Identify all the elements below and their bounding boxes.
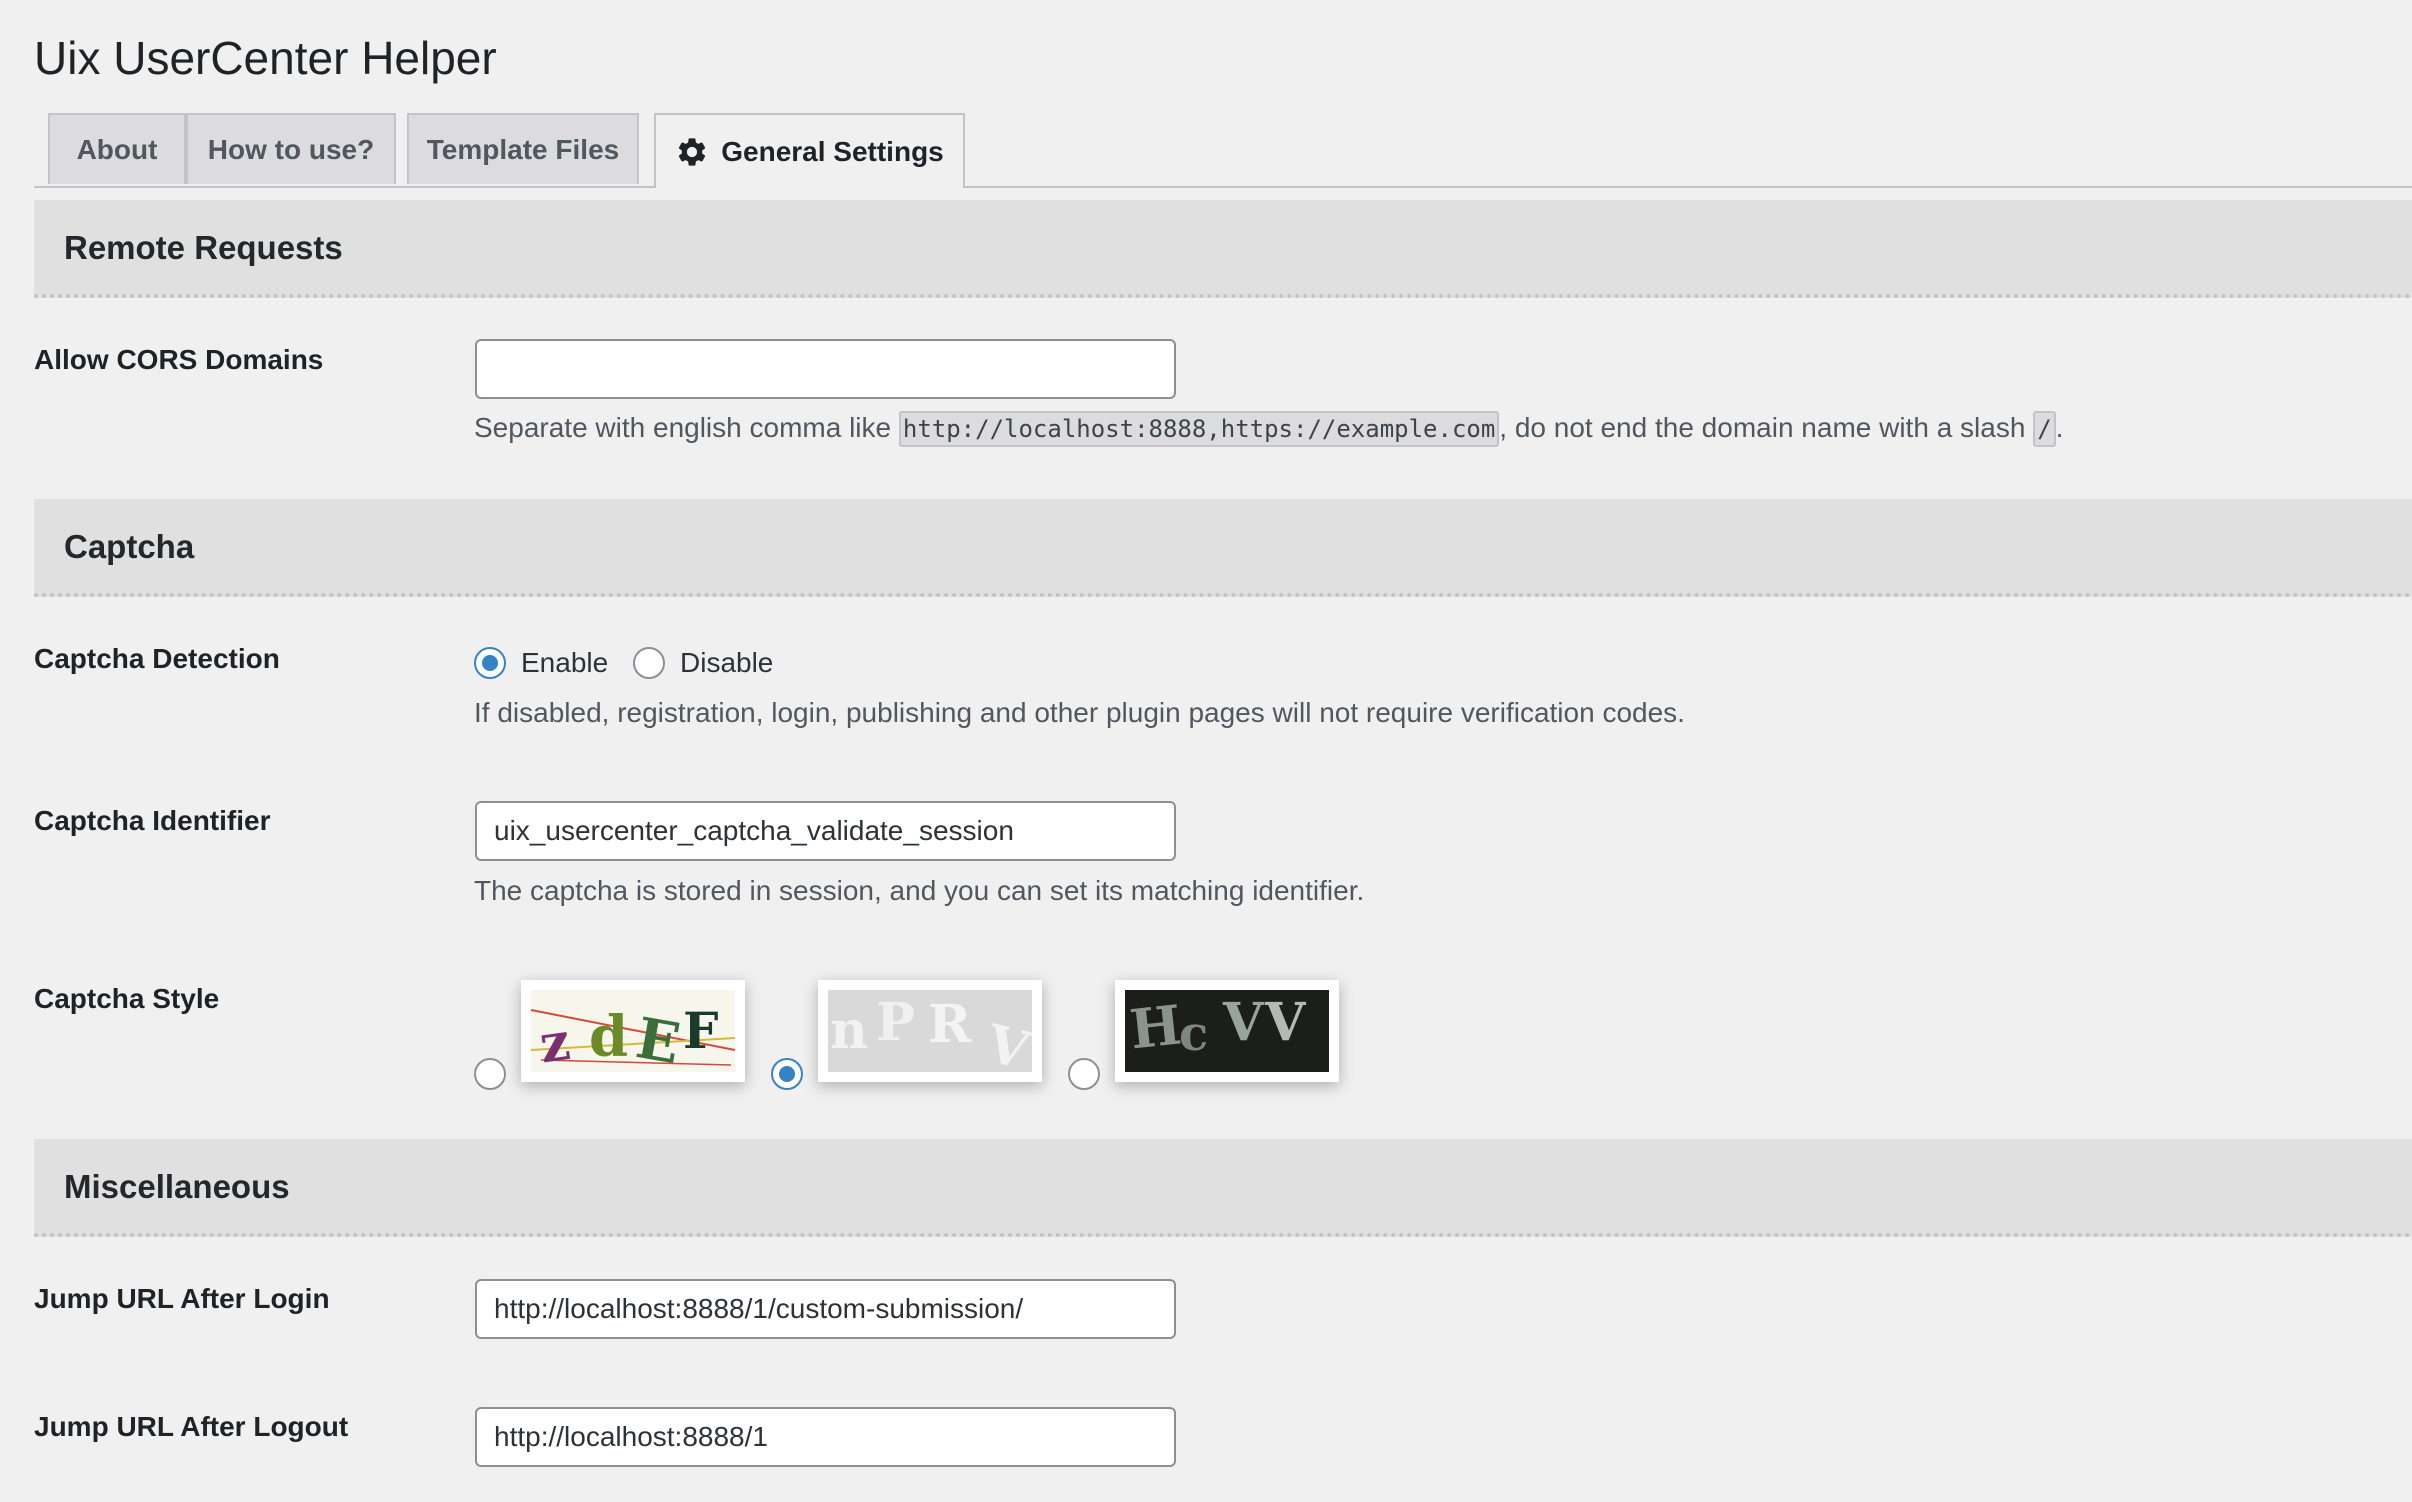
captcha-style-image-1[interactable]: z d E F xyxy=(521,980,745,1082)
captcha-identifier-description: The captcha is stored in session, and yo… xyxy=(474,875,1365,906)
svg-text:V: V xyxy=(1222,992,1265,1053)
jump-url-login-label: Jump URL After Login xyxy=(34,1283,330,1314)
cors-desc-middle: , do not end the domain name with a slas… xyxy=(1499,412,2034,443)
tab-template-files-label: Template Files xyxy=(426,133,620,165)
tab-about[interactable]: About xyxy=(48,113,186,184)
captcha-enable-radio[interactable] xyxy=(474,647,506,679)
captcha-style-radio-1[interactable] xyxy=(474,1058,506,1090)
tab-bar: About How to use? Template Files General… xyxy=(34,113,2412,188)
svg-text:c: c xyxy=(1179,1006,1208,1062)
page-title: Uix UserCenter Helper xyxy=(34,32,497,84)
captcha-style-image-3[interactable]: H c V V xyxy=(1115,980,1339,1082)
cors-desc-prefix: Separate with english comma like xyxy=(474,412,899,443)
gear-icon xyxy=(675,135,709,169)
tab-general-settings[interactable]: General Settings xyxy=(654,113,965,188)
svg-text:n: n xyxy=(830,1000,868,1061)
cors-description: Separate with english comma like http://… xyxy=(474,408,2063,449)
tab-how-to-use-label: How to use? xyxy=(207,133,375,165)
tab-how-to-use[interactable]: How to use? xyxy=(186,113,396,184)
slash-code: / xyxy=(2033,411,2056,447)
section-captcha: Captcha xyxy=(34,499,2412,597)
captcha-enable-label[interactable]: Enable xyxy=(521,645,608,681)
svg-text:d: d xyxy=(589,1004,628,1070)
captcha-style-radio-2[interactable] xyxy=(771,1058,803,1090)
svg-text:R: R xyxy=(928,994,972,1055)
cors-desc-suffix: . xyxy=(2055,412,2064,443)
cors-label: Allow CORS Domains xyxy=(34,344,324,375)
jump-url-login-input[interactable] xyxy=(475,1279,1176,1339)
captcha-detection-label: Captcha Detection xyxy=(34,643,280,674)
section-title: Remote Requests xyxy=(64,229,343,266)
cors-domains-input[interactable] xyxy=(475,339,1176,399)
svg-text:V: V xyxy=(1264,992,1307,1053)
tab-about-label: About xyxy=(76,133,158,165)
cors-example-code: http://localhost:8888,https://example.co… xyxy=(898,411,1500,447)
svg-text:F: F xyxy=(683,1001,719,1060)
captcha-disable-label[interactable]: Disable xyxy=(680,645,773,681)
jump-url-logout-label: Jump URL After Logout xyxy=(34,1411,349,1442)
section-remote-requests: Remote Requests xyxy=(34,200,2412,298)
captcha-identifier-input[interactable] xyxy=(475,801,1176,861)
svg-text:P: P xyxy=(876,992,915,1053)
captcha-style-label: Captcha Style xyxy=(34,983,220,1014)
captcha-identifier-label: Captcha Identifier xyxy=(34,805,271,836)
tab-template-files[interactable]: Template Files xyxy=(407,113,639,184)
section-title: Captcha xyxy=(64,528,195,565)
section-miscellaneous: Miscellaneous xyxy=(34,1139,2412,1237)
tab-general-settings-label: General Settings xyxy=(721,135,944,167)
jump-url-logout-input[interactable] xyxy=(475,1407,1176,1467)
captcha-disable-radio[interactable] xyxy=(633,647,665,679)
section-title: Miscellaneous xyxy=(64,1168,290,1205)
captcha-style-image-2[interactable]: n P R V xyxy=(818,980,1042,1082)
svg-text:H: H xyxy=(1127,992,1184,1061)
captcha-style-radio-3[interactable] xyxy=(1068,1058,1100,1090)
captcha-detection-description: If disabled, registration, login, publis… xyxy=(474,697,1685,728)
